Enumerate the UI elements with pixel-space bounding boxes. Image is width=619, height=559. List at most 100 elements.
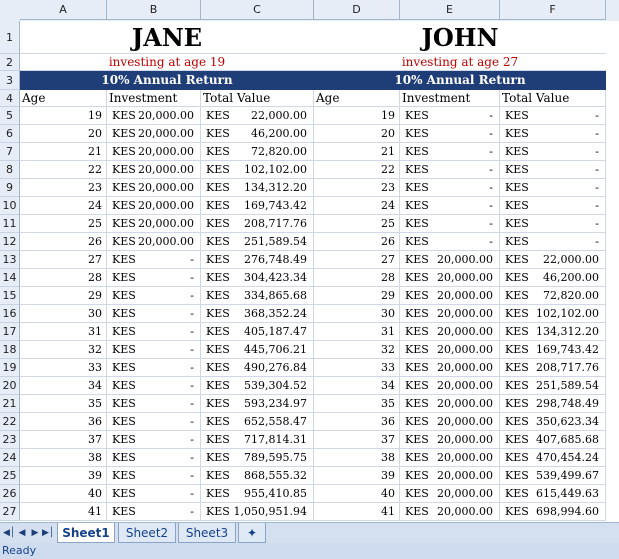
jane-investment-cell[interactable]: KES - [107, 323, 201, 341]
john-age-cell[interactable]: 24 [314, 197, 400, 215]
jane-return-band[interactable]: 10% Annual Return [20, 71, 314, 90]
row-header[interactable]: 12 [0, 233, 20, 251]
john-total-cell[interactable]: KES 539,499.67 [500, 467, 606, 485]
jane-investment-cell[interactable]: KES - [107, 251, 201, 269]
john-total-cell[interactable]: KES - [500, 179, 606, 197]
jane-total-cell[interactable]: KES 368,352.24 [201, 305, 314, 323]
john-investment-cell[interactable]: KES - [400, 233, 500, 251]
john-age-cell[interactable]: 29 [314, 287, 400, 305]
john-investment-cell[interactable]: KES 20,000.00 [400, 413, 500, 431]
jane-investment-cell[interactable]: KES 20,000.00 [107, 161, 201, 179]
jane-age-cell[interactable]: 37 [20, 431, 107, 449]
john-investment-cell[interactable]: KES 20,000.00 [400, 269, 500, 287]
row-header[interactable]: 9 [0, 179, 20, 197]
john-investment-cell[interactable]: KES 20,000.00 [400, 251, 500, 269]
john-age-cell[interactable]: 36 [314, 413, 400, 431]
jane-age-cell[interactable]: 36 [20, 413, 107, 431]
john-age-cell[interactable]: 22 [314, 161, 400, 179]
john-investment-cell[interactable]: KES - [400, 197, 500, 215]
john-total-cell[interactable]: KES 72,820.00 [500, 287, 606, 305]
jane-total-cell[interactable]: KES 593,234.97 [201, 395, 314, 413]
jane-total-cell[interactable]: KES 445,706.21 [201, 341, 314, 359]
column-header-f[interactable]: F [500, 0, 606, 20]
jane-total-cell[interactable]: KES 539,304.52 [201, 377, 314, 395]
jane-total-cell[interactable]: KES 717,814.31 [201, 431, 314, 449]
jane-age-header[interactable]: Age [20, 90, 107, 107]
prev-sheet-nav-icon[interactable]: ◀ [16, 527, 28, 539]
column-header-c[interactable]: C [201, 0, 314, 20]
jane-total-cell[interactable]: KES 1,050,951.94 [201, 503, 314, 521]
john-investment-cell[interactable]: KES - [400, 179, 500, 197]
jane-age-cell[interactable]: 24 [20, 197, 107, 215]
jane-age-cell[interactable]: 31 [20, 323, 107, 341]
john-total-cell[interactable]: KES 350,623.34 [500, 413, 606, 431]
john-investment-cell[interactable]: KES 20,000.00 [400, 287, 500, 305]
column-header-a[interactable]: A [20, 0, 107, 20]
john-total-cell[interactable]: KES 298,748.49 [500, 395, 606, 413]
jane-total-cell[interactable]: KES 868,555.32 [201, 467, 314, 485]
john-total-cell[interactable]: KES 208,717.76 [500, 359, 606, 377]
jane-age-cell[interactable]: 26 [20, 233, 107, 251]
spreadsheet-grid[interactable]: ABCDEF 1 JANE JOHN 2 investing at age 19 inve… [0, 0, 619, 522]
row-header[interactable]: 8 [0, 161, 20, 179]
john-age-cell[interactable]: 40 [314, 485, 400, 503]
insert-sheet-icon[interactable]: ✦ [238, 523, 266, 543]
jane-age-cell[interactable]: 33 [20, 359, 107, 377]
jane-investment-cell[interactable]: KES 20,000.00 [107, 107, 201, 125]
row-header[interactable]: 7 [0, 143, 20, 161]
john-age-cell[interactable]: 33 [314, 359, 400, 377]
john-total-cell[interactable]: KES - [500, 143, 606, 161]
john-age-cell[interactable]: 25 [314, 215, 400, 233]
row-header[interactable]: 2 [0, 54, 20, 71]
john-age-cell[interactable]: 27 [314, 251, 400, 269]
jane-total-cell[interactable]: KES 652,558.47 [201, 413, 314, 431]
last-sheet-nav-icon[interactable]: ▶│ [42, 527, 54, 539]
john-age-cell[interactable]: 34 [314, 377, 400, 395]
jane-investment-cell[interactable]: KES - [107, 485, 201, 503]
row-header[interactable]: 26 [0, 485, 20, 503]
row-header[interactable]: 27 [0, 503, 20, 521]
john-age-cell[interactable]: 19 [314, 107, 400, 125]
john-investment-cell[interactable]: KES 20,000.00 [400, 503, 500, 521]
sheet-tab-sheet2[interactable]: Sheet2 [118, 523, 176, 543]
row-header[interactable]: 15 [0, 287, 20, 305]
jane-investment-cell[interactable]: KES - [107, 341, 201, 359]
john-subtitle[interactable]: investing at age 27 [314, 54, 606, 71]
row-header[interactable]: 13 [0, 251, 20, 269]
jane-investment-cell[interactable]: KES - [107, 413, 201, 431]
jane-age-cell[interactable]: 40 [20, 485, 107, 503]
row-header[interactable]: 19 [0, 359, 20, 377]
jane-investment-cell[interactable]: KES 20,000.00 [107, 233, 201, 251]
john-investment-cell[interactable]: KES 20,000.00 [400, 341, 500, 359]
jane-investment-cell[interactable]: KES - [107, 467, 201, 485]
row-header[interactable]: 10 [0, 197, 20, 215]
john-total-cell[interactable]: KES - [500, 197, 606, 215]
jane-age-cell[interactable]: 21 [20, 143, 107, 161]
john-investment-header[interactable]: Investment [400, 90, 500, 107]
john-total-cell[interactable]: KES - [500, 125, 606, 143]
john-total-cell[interactable]: KES 169,743.42 [500, 341, 606, 359]
john-total-cell[interactable]: KES 46,200.00 [500, 269, 606, 287]
first-sheet-nav-icon[interactable]: ◀│ [3, 527, 15, 539]
jane-total-cell[interactable]: KES 208,717.76 [201, 215, 314, 233]
john-age-cell[interactable]: 26 [314, 233, 400, 251]
john-return-band[interactable]: 10% Annual Return [314, 71, 606, 90]
column-header-e[interactable]: E [400, 0, 500, 20]
jane-age-cell[interactable]: 41 [20, 503, 107, 521]
jane-age-cell[interactable]: 22 [20, 161, 107, 179]
jane-total-cell[interactable]: KES 334,865.68 [201, 287, 314, 305]
john-investment-cell[interactable]: KES - [400, 161, 500, 179]
jane-age-cell[interactable]: 27 [20, 251, 107, 269]
john-investment-cell[interactable]: KES 20,000.00 [400, 449, 500, 467]
row-header[interactable]: 22 [0, 413, 20, 431]
jane-age-cell[interactable]: 28 [20, 269, 107, 287]
jane-age-cell[interactable]: 20 [20, 125, 107, 143]
john-age-cell[interactable]: 37 [314, 431, 400, 449]
john-total-cell[interactable]: KES - [500, 161, 606, 179]
jane-age-cell[interactable]: 19 [20, 107, 107, 125]
row-header[interactable]: 18 [0, 341, 20, 359]
john-total-cell[interactable]: KES 134,312.20 [500, 323, 606, 341]
john-age-cell[interactable]: 28 [314, 269, 400, 287]
john-total-cell[interactable]: KES 615,449.63 [500, 485, 606, 503]
jane-investment-cell[interactable]: KES 20,000.00 [107, 125, 201, 143]
